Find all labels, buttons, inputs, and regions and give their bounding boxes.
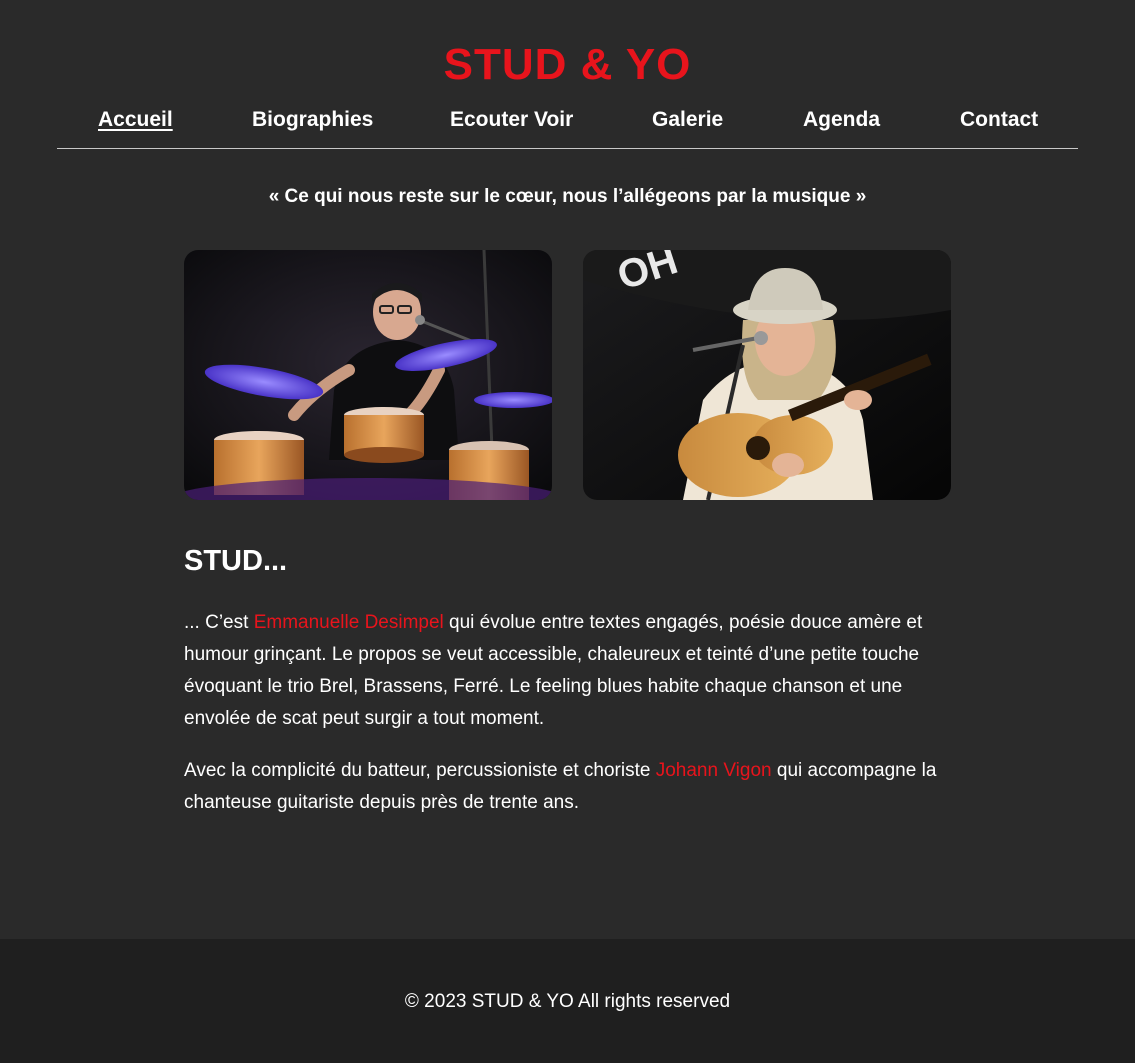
intro-paragraph: ... C’est Emmanuelle Desimpel qui évolue… [184, 607, 954, 735]
tagline: « Ce qui nous reste sur le cœur, nous l’… [268, 186, 867, 207]
page: STUD & YO Accueil Biographies Ecouter Vo… [0, 0, 1135, 1063]
nav-item-contact[interactable]: Contact [960, 108, 1038, 132]
footer: © 2023 STUD & YO All rights reserved [0, 939, 1135, 1063]
second-paragraph: Avec la complicité du batteur, percussio… [184, 755, 954, 819]
main-nav: Accueil Biographies Ecouter Voir Galerie… [57, 104, 1078, 149]
nav-item-galerie[interactable]: Galerie [652, 108, 723, 132]
link-emmanuelle-desimpel[interactable]: Emmanuelle Desimpel [254, 612, 444, 633]
nav-item-agenda[interactable]: Agenda [803, 108, 880, 132]
site-title[interactable]: STUD & YO [0, 40, 1135, 90]
nav-item-ecouter-voir[interactable]: Ecouter Voir [450, 108, 573, 132]
section-heading: STUD... [184, 545, 288, 577]
intro-text-start: ... C’est [184, 612, 254, 633]
nav-item-accueil[interactable]: Accueil [98, 108, 173, 132]
copyright-text: © 2023 STUD & YO All rights reserved [404, 991, 731, 1012]
drummer-photo [184, 250, 552, 500]
second-text-start: Avec la complicité du batteur, percussio… [184, 760, 656, 781]
link-johann-vigon[interactable]: Johann Vigon [656, 760, 772, 781]
nav-item-biographies[interactable]: Biographies [252, 108, 373, 132]
guitarist-singer-photo: OH [583, 250, 951, 500]
